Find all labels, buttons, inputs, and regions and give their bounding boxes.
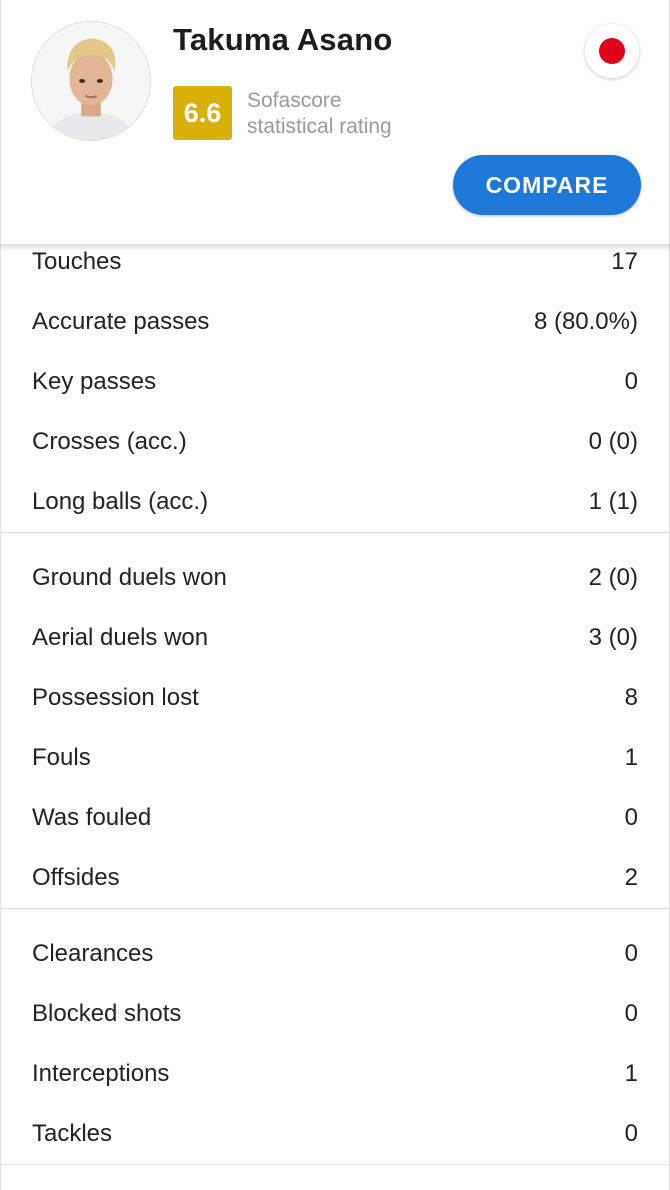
stat-label: Crosses (acc.) — [32, 428, 187, 455]
stat-value: 0 — [624, 368, 638, 395]
stat-label: Was fouled — [32, 804, 152, 831]
stat-value: 0 (0) — [588, 428, 638, 455]
stat-row: Long balls (acc.) 1 (1) — [1, 472, 669, 532]
stat-value: 2 (0) — [588, 564, 638, 591]
stat-group-passing: Touches 17 Accurate passes 8 (80.0%) Key… — [1, 232, 669, 532]
rating-caption-line2: statistical rating — [247, 115, 392, 138]
stat-value: 1 — [624, 1060, 638, 1087]
stat-label: Key passes — [32, 368, 157, 395]
stat-value: 8 (80.0%) — [533, 308, 638, 335]
stat-row: Crosses (acc.) 0 (0) — [1, 412, 669, 472]
stat-value: 0 — [624, 940, 638, 967]
stat-row: Clearances 0 — [1, 924, 669, 984]
header-shadow — [0, 244, 670, 252]
stat-group-duels: Ground duels won 2 (0) Aerial duels won … — [1, 532, 669, 908]
stat-group-defending: Clearances 0 Blocked shots 0 Interceptio… — [1, 908, 669, 1164]
stat-row: Was fouled 0 — [1, 788, 669, 848]
stat-value: 0 — [624, 1000, 638, 1027]
stat-label: Tackles — [32, 1120, 113, 1147]
japan-flag-icon — [599, 38, 625, 64]
stat-value: 0 — [624, 1120, 638, 1147]
stat-row: Blocked shots 0 — [1, 984, 669, 1044]
stat-label: Aerial duels won — [32, 624, 209, 651]
stat-row: Offsides 2 — [1, 848, 669, 908]
stat-row: Possession lost 8 — [1, 668, 669, 728]
stat-label: Accurate passes — [32, 308, 210, 335]
stat-row: Interceptions 1 — [1, 1044, 669, 1104]
country-flag-button[interactable] — [585, 24, 639, 78]
stat-row: Ground duels won 2 (0) — [1, 548, 669, 608]
stat-row: Fouls 1 — [1, 728, 669, 788]
stat-value: 3 (0) — [588, 624, 638, 651]
stat-value: 2 — [624, 864, 638, 891]
stat-row: Accurate passes 8 (80.0%) — [1, 292, 669, 352]
stat-label: Touches — [32, 248, 122, 275]
stat-label: Clearances — [32, 940, 154, 967]
rating-caption: Sofascore statistical rating — [247, 88, 392, 140]
stat-label: Interceptions — [32, 1060, 170, 1087]
player-photo-icon — [32, 22, 150, 140]
stat-label: Fouls — [32, 744, 91, 771]
stat-value: 0 — [624, 804, 638, 831]
stat-label: Ground duels won — [32, 564, 227, 591]
compare-button[interactable]: COMPARE — [453, 155, 641, 215]
rating-caption-line1: Sofascore — [247, 89, 342, 112]
stat-label: Offsides — [32, 864, 120, 891]
rating-badge: 6.6 — [173, 86, 232, 140]
stats-panel: Touches 17 Accurate passes 8 (80.0%) Key… — [0, 232, 670, 1190]
stat-row: Aerial duels won 3 (0) — [1, 608, 669, 668]
stat-row: Key passes 0 — [1, 352, 669, 412]
bottom-spacer — [1, 1164, 669, 1190]
player-avatar[interactable] — [31, 21, 151, 141]
stat-value: 1 — [624, 744, 638, 771]
stat-value: 1 (1) — [588, 488, 638, 515]
stat-label: Blocked shots — [32, 1000, 182, 1027]
stat-value: 8 — [624, 684, 638, 711]
stat-label: Possession lost — [32, 684, 199, 711]
player-header: Takuma Asano 6.6 Sofascore statistical r… — [0, 0, 670, 245]
stat-label: Long balls (acc.) — [32, 488, 209, 515]
player-name: Takuma Asano — [173, 22, 393, 57]
stat-value: 17 — [611, 248, 638, 275]
stat-row: Tackles 0 — [1, 1104, 669, 1164]
